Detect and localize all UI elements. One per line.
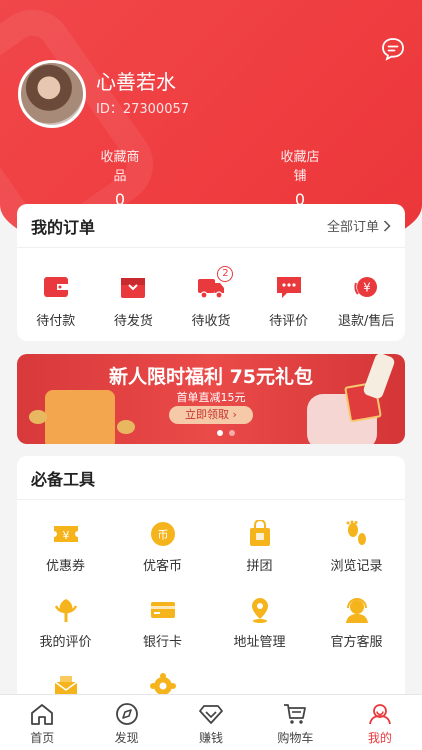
order-pending-shipment[interactable]: 待发货 xyxy=(96,274,171,329)
tool-coins[interactable]: 币 优客币 xyxy=(114,520,211,574)
carousel-dot-active xyxy=(217,430,223,436)
tool-label: 官方客服 xyxy=(330,635,383,650)
home-icon xyxy=(31,704,54,725)
order-pending-receipt[interactable]: 2 待收货 xyxy=(173,266,248,329)
avatar[interactable] xyxy=(18,60,86,128)
tool-label: 我的评价 xyxy=(39,635,92,650)
tool-label: 优客币 xyxy=(142,559,182,574)
all-orders-label: 全部订单 xyxy=(326,220,379,235)
service-icon xyxy=(345,598,368,623)
flower-icon xyxy=(54,599,77,622)
order-item-label: 待发货 xyxy=(113,314,153,329)
tool-label: 银行卡 xyxy=(142,635,182,650)
message-icon[interactable] xyxy=(380,36,406,62)
claim-now-button[interactable]: 立即领取 › xyxy=(169,406,253,424)
carousel-dots xyxy=(217,430,235,436)
tab-label: 我的 xyxy=(367,731,392,745)
tool-group-buy[interactable]: 拼团 xyxy=(211,520,308,574)
svg-text:币: 币 xyxy=(157,529,168,542)
tab-home[interactable]: 首页 xyxy=(0,695,84,750)
svg-text:¥: ¥ xyxy=(363,281,371,295)
order-pending-review[interactable]: 待评价 xyxy=(251,274,326,329)
favorite-goods[interactable]: 收藏商品 0 xyxy=(96,146,144,209)
tab-discover[interactable]: 发现 xyxy=(84,695,168,750)
cart-icon xyxy=(284,704,307,724)
tab-cart[interactable]: 购物车 xyxy=(253,695,337,750)
comment-icon xyxy=(276,277,301,298)
order-pending-payment[interactable]: 待付款 xyxy=(18,274,93,329)
location-icon xyxy=(251,598,268,623)
tools-header: 必备工具 xyxy=(17,456,405,500)
all-orders-link[interactable]: 全部订单 xyxy=(327,216,391,235)
promo-banner[interactable]: 新人限时福利 75元礼包 首单直减15元 立即领取 › xyxy=(17,354,405,444)
bottom-tab-bar: 首页 发现 赚钱 购物车 我的 xyxy=(0,694,422,750)
order-item-label: 待收货 xyxy=(191,314,231,329)
chevron-right-icon xyxy=(383,219,391,232)
tools-title: 必备工具 xyxy=(31,469,96,489)
favorite-goods-label: 收藏商品 xyxy=(100,150,140,184)
coin-decoration xyxy=(29,410,47,424)
orders-header: 我的订单 全部订单 xyxy=(17,204,405,248)
svg-text:¥: ¥ xyxy=(62,529,69,542)
tool-my-reviews[interactable]: 我的评价 xyxy=(17,596,114,650)
wallet-icon xyxy=(43,277,68,297)
tool-customer-service[interactable]: 官方客服 xyxy=(308,596,405,650)
tool-label: 浏览记录 xyxy=(330,559,383,574)
coin-decoration xyxy=(117,420,135,434)
order-item-label: 待评价 xyxy=(269,314,309,329)
refund-icon: ¥ xyxy=(354,277,378,297)
order-count-badge: 2 xyxy=(217,266,234,282)
tool-address[interactable]: 地址管理 xyxy=(211,596,308,650)
my-orders-card: 我的订单 全部订单 待付款 待发货 2 待收货 待评价 ¥ 退款/售后 xyxy=(17,204,405,341)
coupon-icon: ¥ xyxy=(53,526,78,542)
tab-earn[interactable]: 赚钱 xyxy=(169,695,253,750)
bank-card-icon xyxy=(150,602,175,618)
tool-coupon[interactable]: ¥ 优惠券 xyxy=(17,520,114,574)
user-id: ID：27300057 xyxy=(96,102,190,117)
order-item-label: 待付款 xyxy=(36,314,76,329)
tab-label: 首页 xyxy=(30,731,55,745)
package-icon xyxy=(121,278,146,298)
tool-history[interactable]: 浏览记录 xyxy=(308,520,405,574)
tab-label: 发现 xyxy=(114,731,139,745)
orders-title: 我的订单 xyxy=(31,217,96,237)
diamond-icon xyxy=(199,705,223,724)
user-icon xyxy=(368,704,391,725)
tool-label: 地址管理 xyxy=(233,635,286,650)
tool-label: 优惠券 xyxy=(45,559,85,574)
favorite-shops-label: 收藏店铺 xyxy=(280,150,320,184)
tab-mine[interactable]: 我的 xyxy=(338,695,422,750)
essential-tools-card: 必备工具 ¥ 优惠券 币 优客币 拼团 浏览记录 我的评价 银行卡 地址管理 官… xyxy=(17,456,405,716)
tab-label: 购物车 xyxy=(277,731,314,745)
footprint-icon xyxy=(346,520,366,545)
carousel-dot xyxy=(229,430,235,436)
favorite-shops[interactable]: 收藏店铺 0 xyxy=(276,146,324,209)
banner-title: 新人限时福利 75元礼包 xyxy=(108,366,314,388)
tool-bank-card[interactable]: 银行卡 xyxy=(114,596,211,650)
order-refund-aftersale[interactable]: ¥ 退款/售后 xyxy=(329,274,404,329)
compass-icon xyxy=(115,703,138,725)
nickname: 心善若水 xyxy=(96,70,176,94)
tool-label: 拼团 xyxy=(246,559,273,574)
tab-label: 赚钱 xyxy=(199,731,224,745)
banner-subtitle: 首单直减15元 xyxy=(176,391,246,404)
coin-icon: 币 xyxy=(150,522,175,546)
group-buy-icon xyxy=(249,520,270,546)
order-item-label: 退款/售后 xyxy=(337,314,395,329)
